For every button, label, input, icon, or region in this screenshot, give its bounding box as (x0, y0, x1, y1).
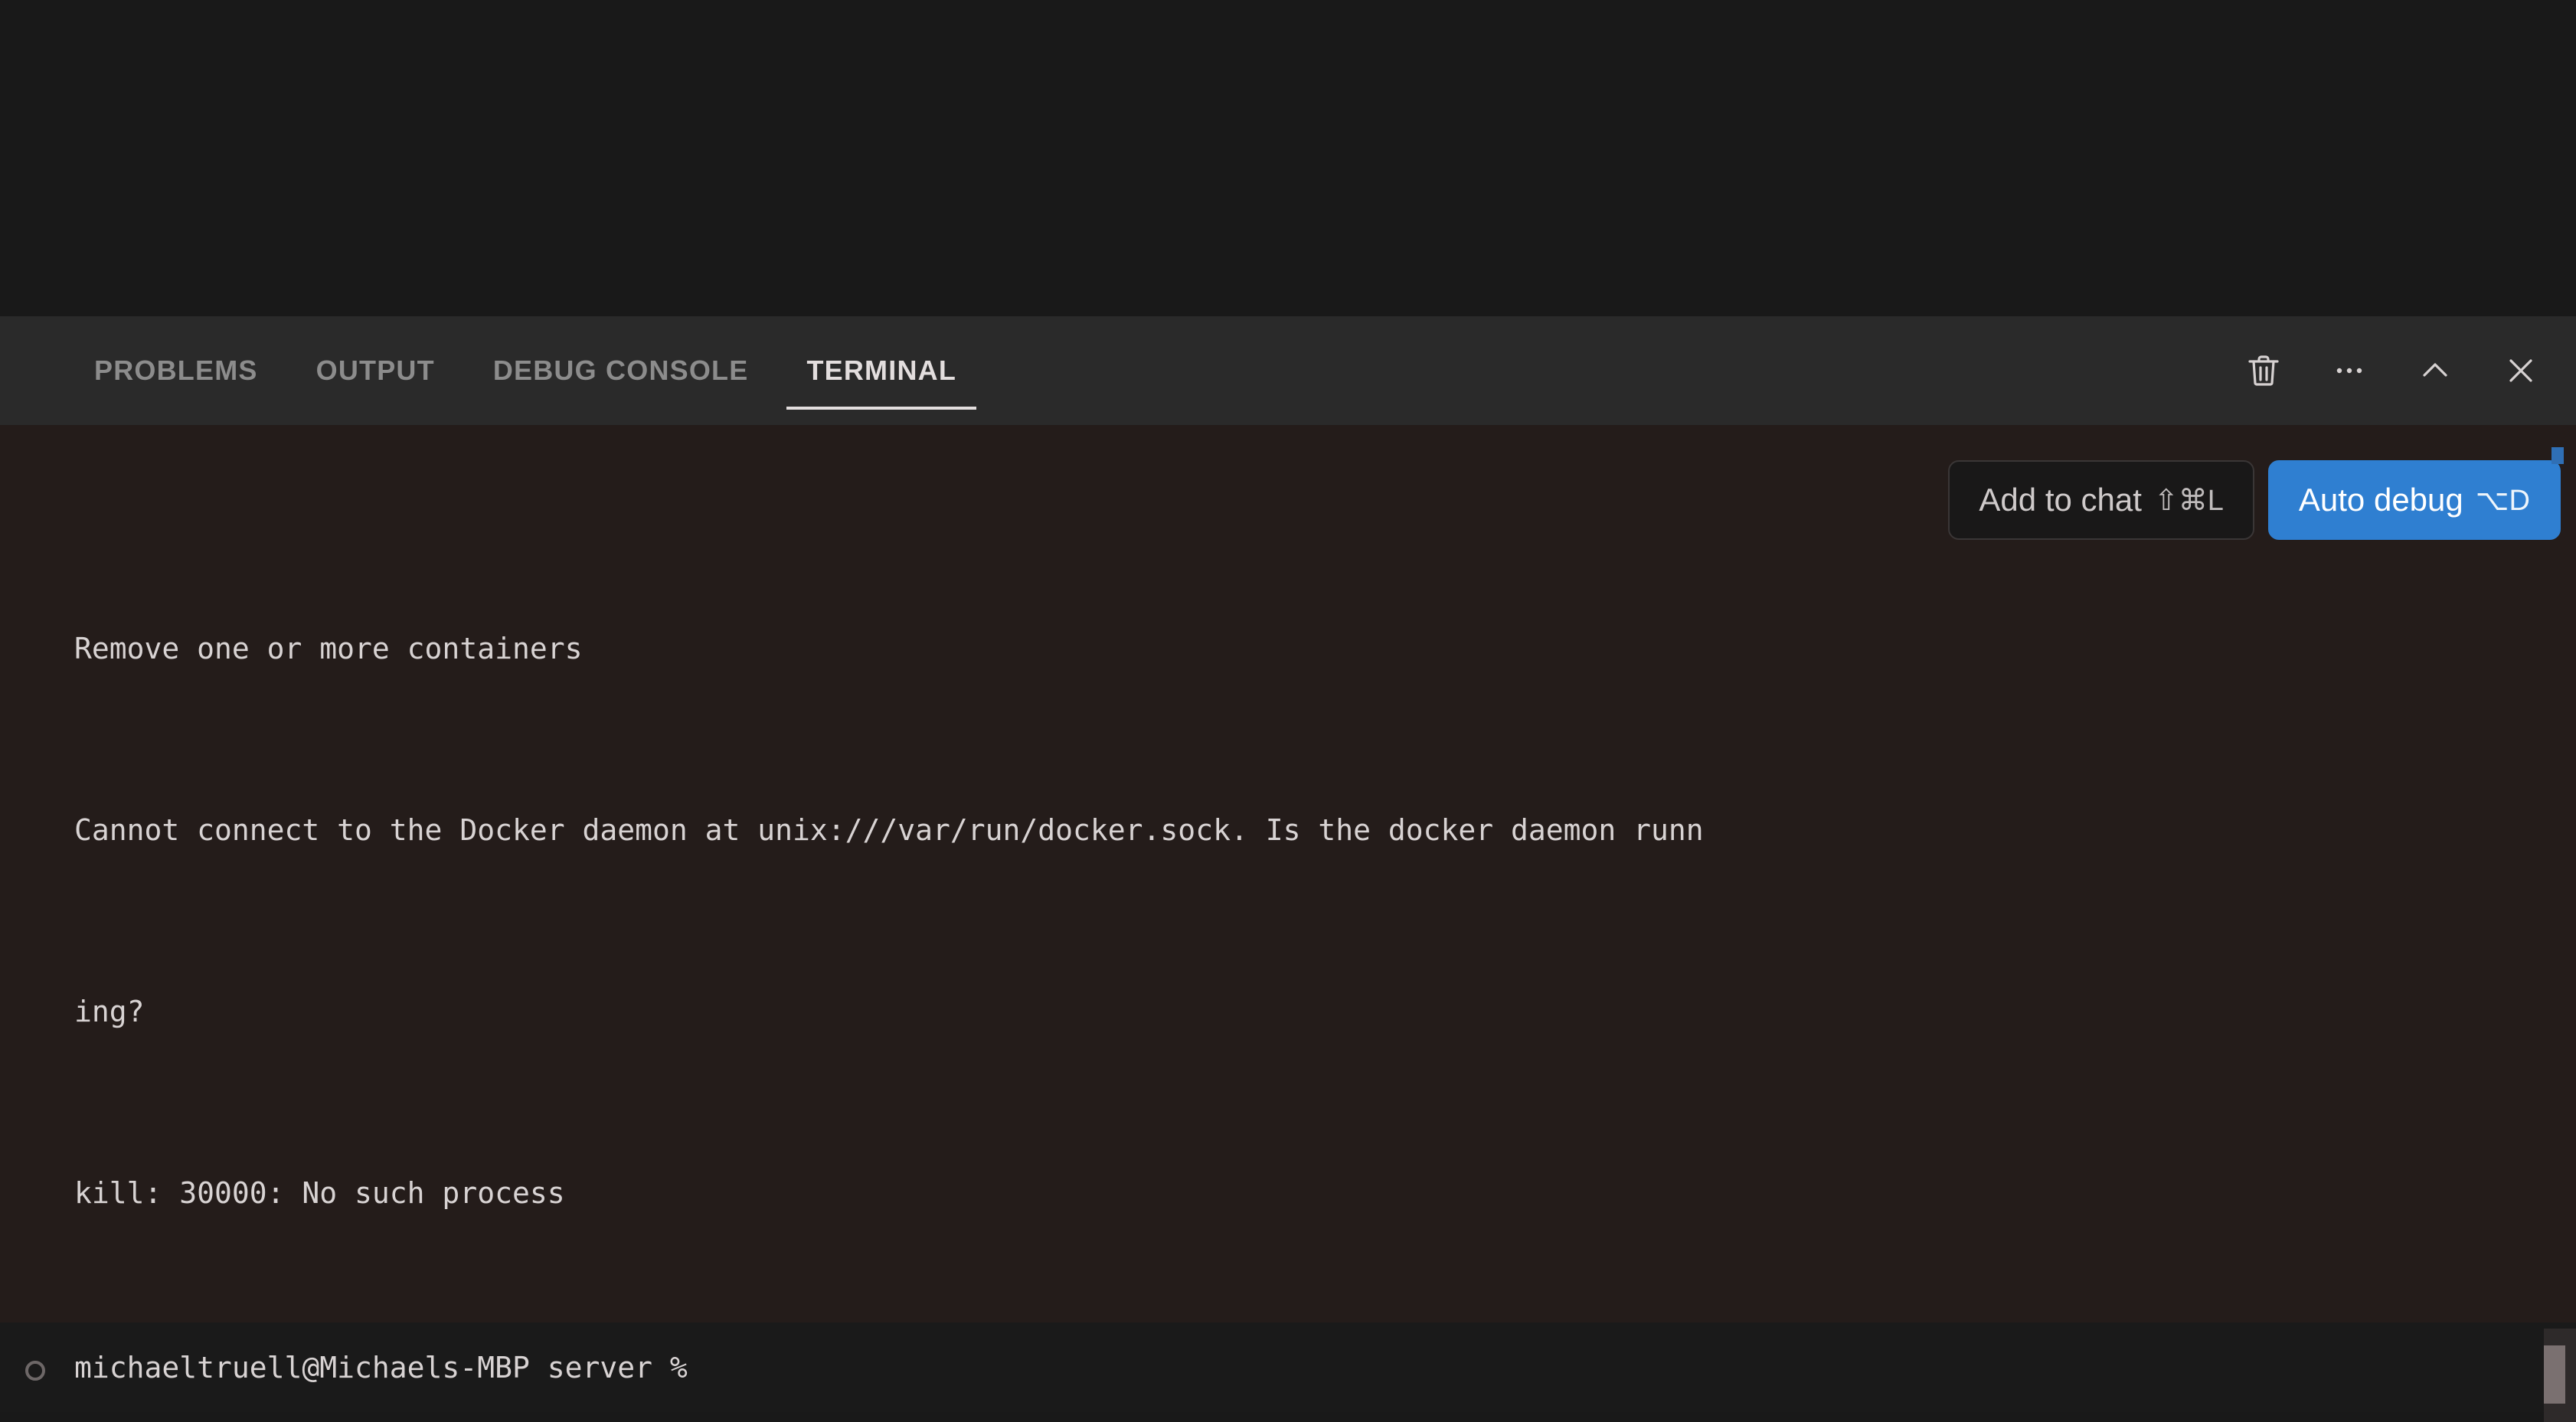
tab-debug-console-label: DEBUG CONSOLE (492, 355, 749, 386)
add-to-chat-shortcut: ⇧⌘L (2153, 484, 2224, 517)
terminal-line-text: Remove one or more containers (74, 632, 583, 665)
terminal-prompt-row[interactable]: michaeltruell@Michaels-MBP server % (0, 1322, 2576, 1412)
terminal-line: ing? (74, 982, 2571, 1042)
auto-debug-shortcut: ⌥D (2475, 484, 2530, 517)
command-decoration-icon[interactable] (25, 1361, 45, 1381)
terminal-line: Remove one or more containers (74, 619, 2571, 679)
panel-header: PROBLEMS OUTPUT DEBUG CONSOLE TERMINAL (0, 316, 2576, 425)
auto-debug-label: Auto debug (2298, 482, 2463, 518)
auto-debug-button[interactable]: Auto debug ⌥D (2267, 460, 2561, 540)
terminal-line-text: ing? (74, 995, 145, 1028)
add-to-chat-button[interactable]: Add to chat ⇧⌘L (1948, 460, 2254, 540)
tab-problems[interactable]: PROBLEMS (74, 316, 278, 425)
tab-problems-label: PROBLEMS (94, 355, 258, 386)
add-to-chat-label: Add to chat (1979, 482, 2142, 518)
tab-debug-console[interactable]: DEBUG CONSOLE (473, 316, 769, 425)
terminal-scrollbar[interactable] (2544, 1329, 2576, 1422)
tab-output[interactable]: OUTPUT (296, 316, 455, 425)
tab-terminal[interactable]: TERMINAL (786, 316, 976, 425)
terminal-scrollbar-thumb[interactable] (2544, 1345, 2565, 1404)
chevron-up-icon[interactable] (2414, 349, 2457, 392)
terminal-floating-actions: Add to chat ⇧⌘L Auto debug ⌥D (1948, 460, 2561, 540)
editor-empty-area (0, 0, 2576, 316)
tab-output-label: OUTPUT (315, 355, 435, 386)
terminal-line-list: Remove one or more containers Cannot con… (74, 437, 2571, 1322)
panel-header-actions (2242, 316, 2542, 425)
terminal-output[interactable]: Remove one or more containers Cannot con… (0, 425, 2576, 1322)
more-actions-icon[interactable] (2328, 349, 2371, 392)
tab-terminal-label: TERMINAL (806, 355, 957, 386)
panel-tab-list: PROBLEMS OUTPUT DEBUG CONSOLE TERMINAL (74, 316, 995, 425)
trash-icon[interactable] (2242, 349, 2285, 392)
close-icon[interactable] (2499, 349, 2542, 392)
terminal-line-text: Cannot connect to the Docker daemon at u… (74, 813, 1704, 847)
terminal-line: kill: 30000: No such process (74, 1163, 2571, 1224)
terminal-line: Cannot connect to the Docker daemon at u… (74, 800, 2571, 861)
terminal-line-text: kill: 30000: No such process (74, 1176, 565, 1210)
terminal-prompt-text: michaeltruell@Michaels-MBP server % (74, 1351, 688, 1384)
auto-debug-caret-marker (2551, 447, 2564, 464)
